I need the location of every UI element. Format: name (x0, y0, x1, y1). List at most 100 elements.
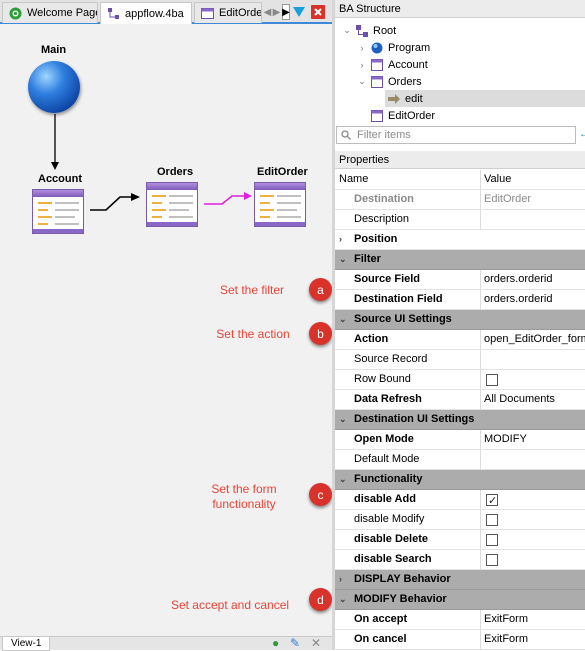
callout-a-badge: a (309, 278, 332, 301)
prop-row-destination-field[interactable]: Destination Field orders.orderid (335, 290, 585, 310)
prop-row-open-mode[interactable]: Open Mode MODIFY (335, 430, 585, 450)
prop-row-disable-add[interactable]: disable Add (335, 490, 585, 510)
prop-row-description[interactable]: Description (335, 210, 585, 230)
prop-row-action[interactable]: Action open_EditOrder_form (335, 330, 585, 350)
tab-label: appflow.4ba (125, 7, 184, 20)
tree-item-root[interactable]: ⌄ Root (341, 22, 396, 39)
category-label: DISPLAY Behavior (354, 573, 451, 585)
category-source-ui-settings[interactable]: ⌄ Source UI Settings (335, 310, 585, 330)
prop-value[interactable] (482, 210, 585, 229)
close-tab-icon[interactable] (310, 4, 325, 20)
prop-row-destination[interactable]: Destination EditOrder (335, 190, 585, 210)
view-tab[interactable]: View-1 (2, 637, 51, 651)
prop-value[interactable]: ExitForm (482, 630, 585, 649)
node-main-label: Main (41, 44, 67, 56)
prop-row-row-bound[interactable]: Row Bound (335, 370, 585, 390)
category-label: Filter (354, 253, 381, 265)
prop-name: Row Bound (335, 370, 481, 389)
form-icon (371, 58, 383, 71)
collapse-chevron-icon[interactable]: ⌄ (341, 25, 353, 36)
prop-value[interactable]: All Documents (482, 390, 585, 409)
status-ok-icon[interactable]: ● (272, 637, 279, 650)
collapse-chevron-icon[interactable]: ⌄ (339, 470, 354, 489)
callout-action-text: Set the action (216, 327, 290, 341)
prop-value[interactable] (482, 450, 585, 469)
welcome-icon (9, 7, 22, 19)
prop-name: Description (335, 210, 481, 229)
collapse-chevron-icon[interactable]: ⌄ (339, 250, 354, 269)
expand-chevron-icon[interactable]: › (356, 43, 368, 53)
prop-name: disable Delete (335, 530, 481, 549)
prop-value[interactable]: orders.orderid (482, 290, 585, 309)
disable-delete-checkbox[interactable] (486, 534, 498, 546)
disable-search-checkbox[interactable] (486, 554, 498, 566)
scroll-right-icon[interactable]: ▶ (272, 4, 281, 20)
collapse-chevron-icon[interactable]: ⌄ (339, 310, 354, 329)
arrow-right-icon (388, 93, 400, 104)
prop-name: Destination (335, 190, 481, 209)
collapse-chevron-icon[interactable]: ⌄ (339, 410, 354, 429)
prop-name: disable Add (335, 490, 481, 509)
prop-row-disable-modify[interactable]: disable Modify (335, 510, 585, 530)
side-panel: BA Structure ⌄ Root › Program › Account … (335, 0, 585, 650)
node-editorder-form-icon[interactable] (254, 182, 306, 227)
filter-items-input[interactable] (355, 128, 570, 142)
disable-add-checkbox[interactable] (486, 492, 498, 509)
column-header-value: Value (484, 173, 512, 185)
appflow-icon (108, 8, 119, 19)
prop-row-on-cancel[interactable]: On cancel ExitForm (335, 630, 585, 650)
prop-row-data-refresh[interactable]: Data Refresh All Documents (335, 390, 585, 410)
tree-item-label: Root (373, 24, 397, 37)
tree-item-edit[interactable]: edit (385, 90, 585, 107)
row-bound-checkbox[interactable] (486, 374, 498, 386)
node-orders-form-icon[interactable] (146, 182, 198, 227)
prop-row-source-record[interactable]: Source Record (335, 350, 585, 370)
prop-value[interactable]: open_EditOrder_form (482, 330, 585, 349)
prop-row-disable-search[interactable]: disable Search (335, 550, 585, 570)
tree-item-account[interactable]: › Account (356, 56, 428, 73)
node-main-globe-icon[interactable] (28, 61, 80, 113)
filter-arrow-icon[interactable]: ← (579, 128, 585, 140)
prop-name: On cancel (335, 630, 481, 649)
tree-item-editorder[interactable]: EditOrder (368, 107, 435, 124)
callout-d-badge: d (309, 588, 332, 611)
prop-value[interactable]: orders.orderid (482, 270, 585, 289)
disable-modify-checkbox[interactable] (486, 514, 498, 526)
tab-welcome-page[interactable]: Welcome Page (2, 2, 98, 23)
expand-chevron-icon[interactable]: › (339, 230, 354, 249)
tab-label: Welcome Page (27, 7, 98, 19)
prop-row-default-mode[interactable]: Default Mode (335, 450, 585, 470)
collapse-chevron-icon[interactable]: ⌄ (356, 76, 368, 87)
prop-row-source-field[interactable]: Source Field orders.orderid (335, 270, 585, 290)
scroll-left-icon[interactable]: ◀ (263, 4, 272, 20)
node-account-form-icon[interactable] (32, 189, 84, 234)
tree-item-orders[interactable]: ⌄ Orders (356, 73, 422, 90)
category-filter[interactable]: ⌄ Filter (335, 250, 585, 270)
tab-editorder[interactable]: EditOrder. (194, 2, 262, 23)
prop-row-on-accept[interactable]: On accept ExitForm (335, 610, 585, 630)
category-modify-behavior[interactable]: ⌄ MODIFY Behavior (335, 590, 585, 610)
category-position[interactable]: › Position (335, 230, 585, 250)
callout-c-badge: c (309, 483, 332, 506)
edit-pen-icon[interactable]: ✎ (290, 637, 300, 650)
scroll-right-end-icon[interactable]: ▶ (282, 4, 290, 20)
column-header-name: Name (335, 170, 481, 189)
editor-pane: Welcome Page appflow.4ba EditOrder. ◀ ▶ … (0, 0, 332, 651)
structure-panel-title: BA Structure (335, 0, 585, 18)
expand-chevron-icon[interactable]: › (339, 570, 354, 589)
tree-item-program[interactable]: › Program (356, 39, 431, 56)
close-view-icon[interactable]: ✕ (311, 637, 321, 650)
prop-value[interactable] (482, 350, 585, 369)
form-icon (201, 7, 214, 19)
prop-row-disable-delete[interactable]: disable Delete (335, 530, 585, 550)
collapse-chevron-icon[interactable]: ⌄ (339, 590, 354, 609)
prop-value: EditOrder (484, 193, 532, 205)
tab-list-dropdown-icon[interactable] (292, 4, 306, 20)
category-functionality[interactable]: ⌄ Functionality (335, 470, 585, 490)
tab-appflow[interactable]: appflow.4ba (100, 2, 192, 24)
category-display-behavior[interactable]: › DISPLAY Behavior (335, 570, 585, 590)
category-destination-ui-settings[interactable]: ⌄ Destination UI Settings (335, 410, 585, 430)
prop-value[interactable]: MODIFY (482, 430, 585, 449)
expand-chevron-icon[interactable]: › (356, 60, 368, 70)
prop-value[interactable]: ExitForm (482, 610, 585, 629)
